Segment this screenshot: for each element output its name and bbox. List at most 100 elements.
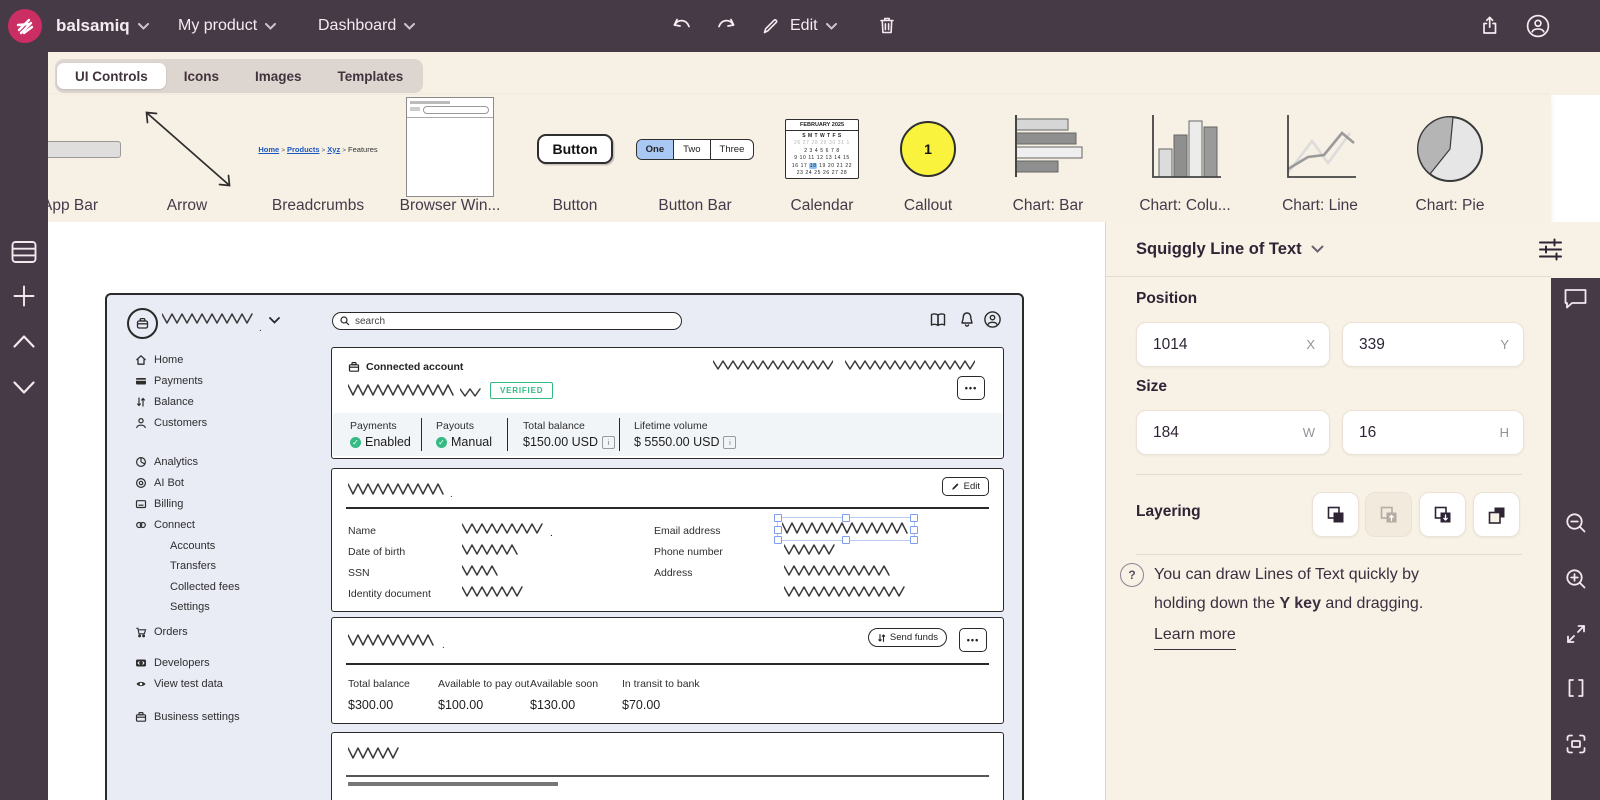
selection-handle[interactable] [774, 526, 782, 534]
wf-nav-balance: Balance [135, 396, 194, 408]
selected-control-title: Squiggly Line of Text [1136, 240, 1302, 259]
wf-nav-view-test-data: View test data [135, 678, 223, 690]
box-icon [135, 711, 147, 723]
pencil-icon [760, 15, 782, 37]
undo-button[interactable] [670, 0, 694, 52]
zoom-out-icon [1563, 510, 1589, 536]
zoom-in-button[interactable] [1563, 566, 1589, 592]
wf-card3-more-button: ••• [959, 628, 987, 652]
selection-handle[interactable] [910, 536, 918, 544]
selection-handle[interactable] [842, 536, 850, 544]
code-icon [135, 657, 147, 669]
pages-panel-button[interactable] [11, 240, 37, 264]
wf-logo-icon [127, 308, 158, 339]
wf-nav-home: Home [135, 354, 183, 366]
wf-nav-transfers: Transfers [170, 560, 216, 572]
wf-card-profile: . Edit Name Date of birth SSN Identity d… [331, 468, 1004, 612]
edit-tool-menu[interactable]: Edit [760, 0, 837, 52]
tab-icons[interactable]: Icons [166, 63, 237, 89]
control-chart-bar[interactable]: Chart: Bar [983, 101, 1113, 217]
calendar-thumb: FEBRUARY 2025 S M T W T F S 26 27 28 29 … [785, 119, 859, 179]
learn-more-link[interactable]: Learn more [1154, 620, 1236, 650]
tab-templates[interactable]: Templates [320, 63, 422, 89]
previous-page-button[interactable] [12, 334, 36, 349]
right-rail [1551, 278, 1600, 800]
selection-handle[interactable] [774, 536, 782, 544]
tab-images[interactable]: Images [237, 63, 320, 89]
position-y-input[interactable] [1343, 335, 1487, 355]
size-w-input[interactable] [1137, 423, 1289, 443]
control-chart-column[interactable]: Chart: Colu... [1120, 101, 1250, 217]
fit-to-screen-button[interactable] [1564, 676, 1588, 700]
control-chart-pie[interactable]: Chart: Pie [1385, 101, 1515, 217]
actual-size-button[interactable] [1564, 622, 1588, 646]
wf-docs-icon [929, 312, 947, 328]
next-page-button[interactable] [12, 380, 36, 395]
control-breadcrumbs[interactable]: Home>Products>Xyz>Features Breadcrumbs [253, 101, 383, 217]
account-icon [1524, 12, 1552, 40]
bring-forward-button[interactable] [1365, 492, 1412, 537]
editor-canvas[interactable]: . search Home Payments Balance Customers [48, 222, 1105, 800]
controls-strip: App Bar Arrow Home>Products>Xyz>Features… [48, 95, 1551, 223]
comments-button[interactable] [1562, 286, 1589, 312]
button-thumb: Button [537, 134, 612, 164]
position-x-input[interactable] [1137, 335, 1289, 355]
control-chart-line[interactable]: Chart: Line [1255, 101, 1385, 217]
bring-to-front-button[interactable] [1312, 492, 1359, 537]
scan-center-icon [1563, 731, 1589, 757]
wf-nav-payments: Payments [135, 375, 203, 387]
wireframe-mockup[interactable]: . search Home Payments Balance Customers [105, 293, 1024, 800]
zoom-to-selection-button[interactable] [1563, 731, 1589, 757]
selected-control-dropdown[interactable]: Squiggly Line of Text [1106, 222, 1551, 277]
selection-handle[interactable] [774, 514, 782, 522]
wf-card1-more-button: ••• [957, 376, 985, 400]
wf-verified-badge: VERIFIED [490, 382, 553, 399]
expand-icon [1564, 622, 1588, 646]
control-callout[interactable]: 1 Callout [863, 101, 993, 217]
size-w-field: W [1136, 410, 1330, 455]
wf-nav-accounts: Accounts [170, 540, 215, 552]
add-page-button[interactable] [12, 284, 36, 308]
wf-nav-developers: Developers [135, 657, 210, 669]
control-arrow[interactable]: Arrow [122, 101, 252, 217]
pie-icon [135, 456, 147, 468]
y-unit-label: Y [1500, 337, 1509, 352]
control-button-bar[interactable]: OneTwoThree Button Bar [630, 101, 760, 217]
chevron-down-icon [1311, 245, 1324, 253]
control-button[interactable]: Button Button [510, 101, 640, 217]
send-to-back-button[interactable] [1473, 492, 1520, 537]
selection-handle[interactable] [842, 514, 850, 522]
wf-card-table [331, 732, 1004, 800]
wf-nav-collected-fees: Collected fees [170, 581, 240, 593]
chart-column-thumb [1120, 101, 1250, 197]
layering-label: Layering [1136, 503, 1201, 521]
person-icon [135, 417, 147, 429]
delete-button[interactable] [876, 0, 898, 52]
send-to-back-icon [1487, 505, 1507, 525]
tab-ui-controls[interactable]: UI Controls [57, 63, 166, 89]
share-button[interactable] [1478, 0, 1501, 52]
wf-card-balances: . Send funds ••• Total balance $300.00 A… [331, 617, 1004, 724]
inspector-tab-band [1551, 222, 1600, 278]
control-browser-window[interactable]: Browser Win... [385, 101, 515, 217]
account-button[interactable] [1524, 0, 1552, 52]
undo-icon [670, 16, 694, 36]
selection-handle[interactable] [910, 514, 918, 522]
wf-card-connected-account: Connected account VERIFIED ••• Payments … [331, 347, 1004, 459]
selected-squiggly-line[interactable] [777, 517, 915, 541]
send-backward-button[interactable] [1419, 492, 1466, 537]
balsamiq-logo-icon[interactable] [8, 9, 42, 43]
project-menu[interactable]: My product [178, 0, 276, 52]
position-y-field: Y [1342, 322, 1524, 367]
brand-menu[interactable]: balsamiq [56, 0, 149, 52]
box-icon [348, 361, 360, 373]
size-label: Size [1136, 378, 1167, 396]
page-menu[interactable]: Dashboard [318, 0, 415, 52]
selection-handle[interactable] [910, 526, 918, 534]
size-h-input[interactable] [1343, 423, 1487, 443]
h-unit-label: H [1500, 425, 1509, 440]
zoom-out-button[interactable] [1563, 510, 1589, 536]
redo-button[interactable] [714, 0, 738, 52]
inspector-toggle-button[interactable] [1537, 236, 1564, 263]
plus-icon [12, 284, 36, 308]
